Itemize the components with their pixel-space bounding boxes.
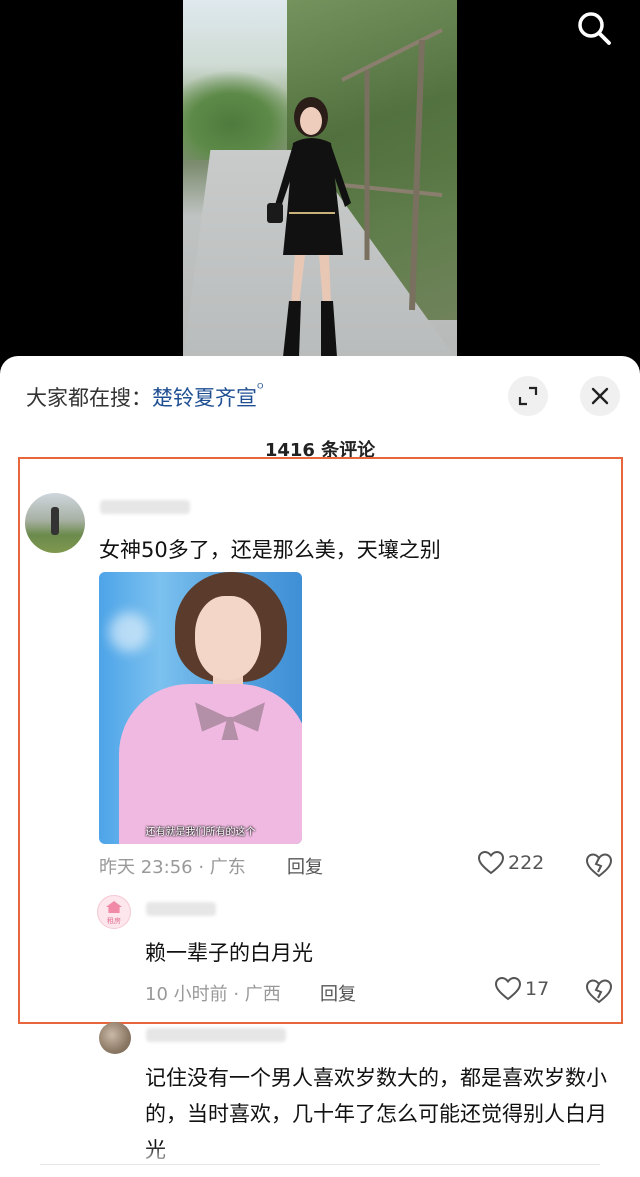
trending-keyword-link[interactable]: 楚铃夏齐宣 xyxy=(152,386,257,410)
video-frame xyxy=(183,0,457,360)
trending-prefix: 大家都在搜： xyxy=(26,386,152,410)
woman-figure xyxy=(267,97,351,357)
divider xyxy=(40,1164,600,1165)
bottom-fade xyxy=(0,1146,640,1177)
search-small-icon: ᴼ xyxy=(257,382,264,397)
username-blurred[interactable] xyxy=(146,1028,286,1042)
close-button[interactable] xyxy=(580,376,620,416)
expand-button[interactable] xyxy=(508,376,548,416)
search-icon xyxy=(578,12,611,45)
video-player[interactable] xyxy=(0,0,640,380)
top-search-button[interactable] xyxy=(572,6,616,50)
comments-sheet: 大家都在搜：楚铃夏齐宣ᴼ 1416 条评论 女神50多了，还是那么美，天壤之别 … xyxy=(0,356,640,1177)
expand-icon xyxy=(518,386,538,406)
highlight-box xyxy=(18,457,623,1024)
avatar[interactable] xyxy=(99,1022,131,1054)
close-icon xyxy=(591,387,609,405)
trending-search-bar[interactable]: 大家都在搜：楚铃夏齐宣ᴼ xyxy=(26,382,263,412)
